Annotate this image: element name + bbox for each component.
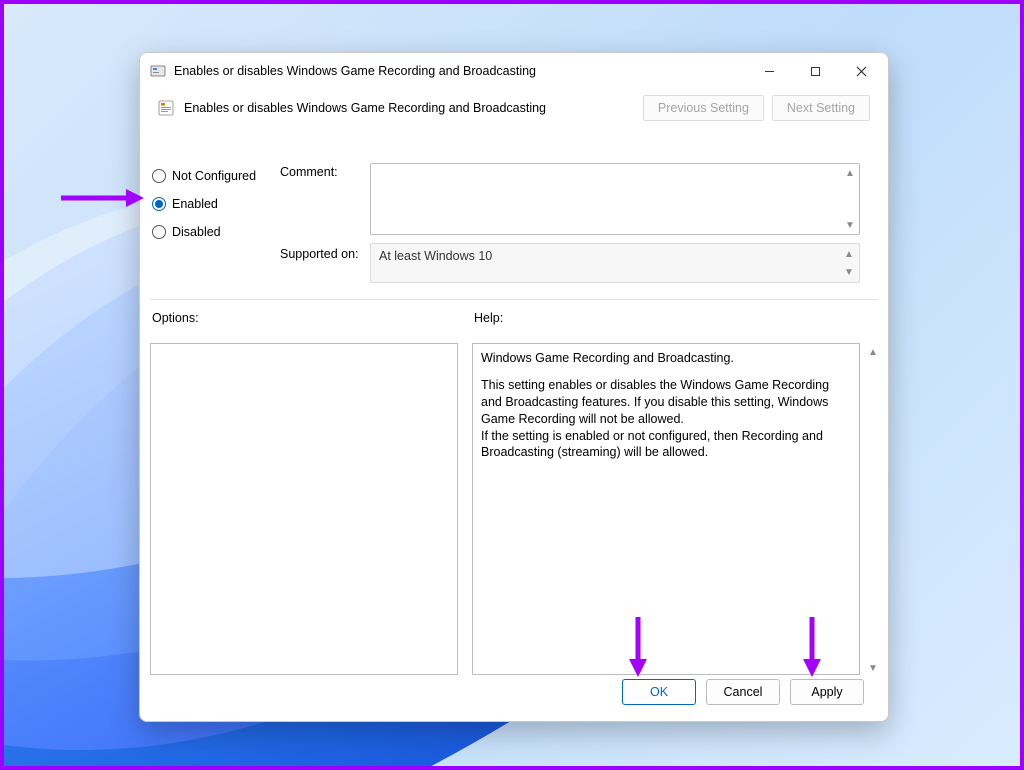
previous-setting-button[interactable]: Previous Setting: [643, 95, 764, 121]
footer-buttons: OK Cancel Apply: [622, 679, 864, 705]
scroll-up-icon[interactable]: ▲: [843, 248, 855, 260]
radio-label: Enabled: [172, 197, 218, 211]
radio-circle-icon: [152, 225, 166, 239]
radio-enabled[interactable]: Enabled: [152, 197, 282, 211]
minimize-button[interactable]: [746, 56, 792, 86]
options-box: [150, 343, 458, 675]
help-box: Windows Game Recording and Broadcasting.…: [472, 343, 860, 675]
radio-label: Not Configured: [172, 169, 256, 183]
policy-name: Enables or disables Windows Game Recordi…: [184, 101, 546, 115]
supported-label: Supported on:: [280, 247, 359, 261]
close-button[interactable]: [838, 56, 884, 86]
help-text-line: If the setting is enabled or not configu…: [481, 428, 851, 462]
help-label: Help:: [474, 311, 503, 325]
radio-circle-icon: [152, 197, 166, 211]
scroll-down-icon[interactable]: ▼: [843, 218, 857, 232]
radio-circle-icon: [152, 169, 166, 183]
state-radios: Not Configured Enabled Disabled: [152, 169, 282, 239]
apply-button[interactable]: Apply: [790, 679, 864, 705]
radio-not-configured[interactable]: Not Configured: [152, 169, 282, 183]
scroll-up-icon[interactable]: ▲: [866, 345, 880, 359]
scroll-up-icon[interactable]: ▲: [843, 166, 857, 180]
options-label: Options:: [152, 311, 199, 325]
next-setting-button[interactable]: Next Setting: [772, 95, 870, 121]
scroll-down-icon[interactable]: ▼: [866, 661, 880, 675]
supported-on-box: At least Windows 10 ▲ ▼: [370, 243, 860, 283]
policy-icon: [158, 100, 174, 116]
maximize-button[interactable]: [792, 56, 838, 86]
window-title: Enables or disables Windows Game Recordi…: [174, 64, 536, 78]
screenshot-frame: Enables or disables Windows Game Recordi…: [0, 0, 1024, 770]
cancel-button[interactable]: Cancel: [706, 679, 780, 705]
help-text-line: Windows Game Recording and Broadcasting.: [481, 350, 851, 367]
radio-label: Disabled: [172, 225, 221, 239]
scroll-down-icon[interactable]: ▼: [843, 266, 855, 278]
supported-on-text: At least Windows 10: [379, 249, 492, 263]
comment-label: Comment:: [280, 165, 338, 179]
help-text-line: This setting enables or disables the Win…: [481, 377, 851, 428]
policy-header: Enables or disables Windows Game Recordi…: [140, 89, 888, 127]
app-icon: [150, 63, 166, 79]
comment-textarea[interactable]: ▲ ▼: [370, 163, 860, 235]
gpo-dialog: Enables or disables Windows Game Recordi…: [139, 52, 889, 722]
titlebar: Enables or disables Windows Game Recordi…: [140, 53, 888, 89]
ok-button[interactable]: OK: [622, 679, 696, 705]
separator: [150, 299, 878, 300]
radio-disabled[interactable]: Disabled: [152, 225, 282, 239]
